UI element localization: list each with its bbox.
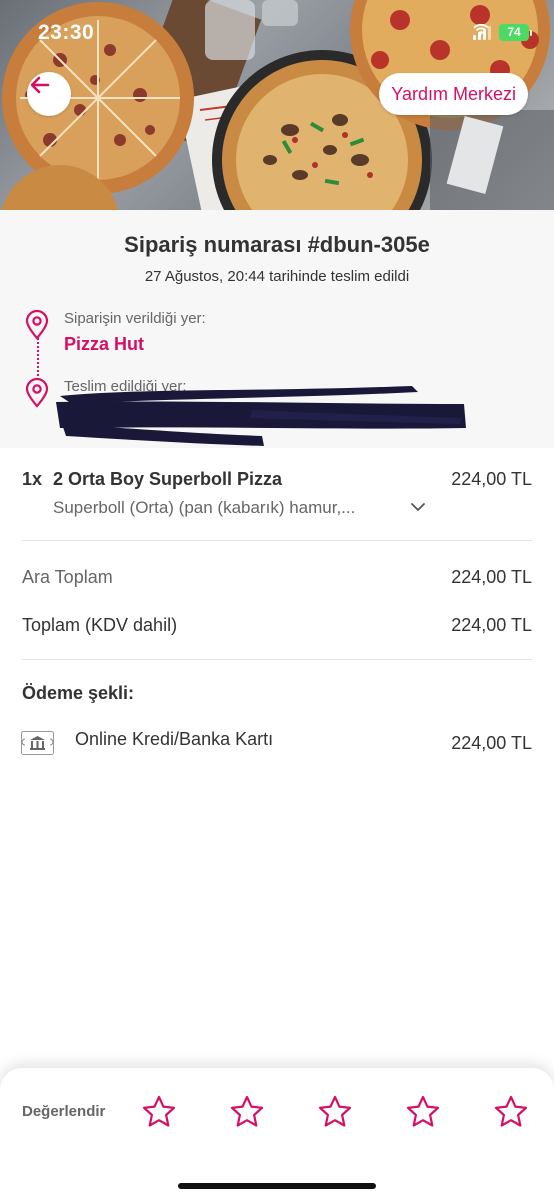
rating-bar: Değerlendir [0,1068,554,1200]
total-label: Toplam (KDV dahil) [22,615,178,635]
order-info-section: Sipariş numarası #dbun-305e 27 Ağustos, … [0,210,554,448]
location-pin-icon [25,310,49,340]
order-number-title: Sipariş numarası #dbun-305e [124,232,430,257]
payment-method-title: Ödeme şekli: [22,683,135,703]
order-from-label: Siparişin verildiği yer: [64,310,206,327]
status-icons: 74 [473,24,532,41]
battery-icon: 74 [499,24,532,41]
restaurant-hero-image: 23:30 74 Yardım Merkezi [0,0,554,210]
wifi-icon [473,24,489,35]
payment-method-name: Online Kredi/Banka Kartı [75,729,274,749]
back-button[interactable] [27,72,71,116]
subtotal-value: 224,00 TL [451,567,532,587]
payment-amount: 224,00 TL [451,733,532,753]
help-center-button[interactable]: Yardım Merkezi [379,73,528,115]
home-indicator[interactable] [178,1183,376,1189]
star-icon[interactable] [317,1094,353,1130]
star-icon[interactable] [229,1094,265,1130]
total-value: 224,00 TL [451,615,532,635]
star-icon[interactable] [405,1094,441,1130]
divider [22,659,532,660]
order-detail-screen: 23:30 74 Yardım Merkezi Sipariş numarası… [0,0,554,1200]
item-description[interactable]: Superboll (Orta) (pan (kabarık) hamur,..… [53,498,355,518]
redacted-address [56,386,466,446]
battery-level: 74 [499,24,529,41]
rate-label: Değerlendir [22,1103,106,1120]
restaurant-name: Pizza Hut [64,334,145,354]
subtotal-label: Ara Toplam [22,567,113,587]
delivery-time-text: 27 Ağustos, 20:44 tarihinde teslim edild… [144,268,410,285]
route-connector [37,338,39,376]
star-icon[interactable] [493,1094,529,1130]
item-name: 2 Orta Boy Superboll Pizza [53,469,283,489]
arrow-left-icon [30,76,50,94]
divider [22,540,532,541]
bank-card-icon [21,731,54,755]
star-icon[interactable] [141,1094,177,1130]
location-pin-icon [25,378,49,408]
status-time: 23:30 [38,21,95,44]
chevron-down-icon[interactable] [410,500,426,514]
item-price: 224,00 TL [451,469,532,489]
item-quantity: 1x [22,469,43,489]
